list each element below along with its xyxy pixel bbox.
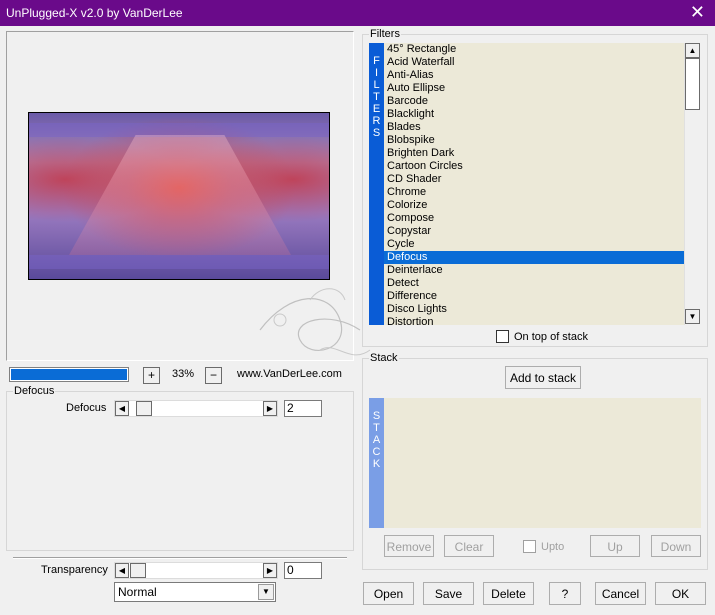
list-item[interactable]: Anti-Alias xyxy=(384,69,684,82)
list-item[interactable]: 45° Rectangle xyxy=(384,43,684,56)
upto-checkbox[interactable] xyxy=(523,540,536,553)
list-item[interactable]: Detect xyxy=(384,277,684,290)
ok-button[interactable]: OK xyxy=(655,582,706,605)
list-item[interactable]: Deinterlace xyxy=(384,264,684,277)
tab-letter: L xyxy=(373,79,380,91)
list-item[interactable]: Difference xyxy=(384,290,684,303)
filters-list[interactable]: 45° Rectangle Acid Waterfall Anti-Alias Aut… xyxy=(384,43,684,325)
remove-button[interactable]: Remove xyxy=(384,535,434,557)
list-item[interactable]: Distortion xyxy=(384,316,684,325)
upto-label: Upto xyxy=(541,541,565,553)
scroll-thumb[interactable] xyxy=(685,58,700,110)
list-item[interactable]: Cycle xyxy=(384,238,684,251)
list-item[interactable]: Barcode xyxy=(384,95,684,108)
preview-band xyxy=(29,123,329,137)
defocus-param-label: Defocus xyxy=(66,402,107,414)
defocus-group-label: Defocus xyxy=(13,385,56,397)
preview-image[interactable] xyxy=(28,112,330,280)
zoom-in-button[interactable]: + xyxy=(143,367,160,384)
list-item[interactable]: Defocus xyxy=(384,251,684,264)
up-button[interactable]: Up xyxy=(590,535,640,557)
list-item[interactable]: Auto Ellipse xyxy=(384,82,684,95)
list-item[interactable]: CD Shader xyxy=(384,173,684,186)
progress-fill xyxy=(11,369,127,380)
preview-band xyxy=(29,255,329,269)
arrow-down-icon[interactable]: ▼ xyxy=(685,309,700,324)
zoom-out-button[interactable]: − xyxy=(205,367,222,384)
tab-letter: T xyxy=(373,91,380,103)
on-top-checkbox[interactable] xyxy=(496,330,509,343)
list-item[interactable]: Colorize xyxy=(384,199,684,212)
filters-group-label: Filters xyxy=(369,28,401,40)
filters-tab: FILTERS xyxy=(369,43,384,325)
stack-group-label: Stack xyxy=(369,352,399,364)
arrow-right-icon[interactable]: ▶ xyxy=(263,563,277,578)
list-item[interactable]: Copystar xyxy=(384,225,684,238)
save-button[interactable]: Save xyxy=(423,582,474,605)
tab-letter: C xyxy=(372,446,381,458)
website-link[interactable]: www.VanDerLee.com xyxy=(237,368,342,380)
tab-letter: E xyxy=(372,103,381,115)
tab-letter: K xyxy=(372,458,381,470)
blend-mode-value: Normal xyxy=(118,585,157,599)
preview-shape xyxy=(69,135,291,255)
stack-list[interactable] xyxy=(384,398,701,528)
list-item[interactable]: Acid Waterfall xyxy=(384,56,684,69)
clear-button[interactable]: Clear xyxy=(444,535,494,557)
down-button[interactable]: Down xyxy=(651,535,701,557)
list-item[interactable]: Blades xyxy=(384,121,684,134)
arrow-up-icon[interactable]: ▲ xyxy=(685,43,700,58)
stack-tab: STACK xyxy=(369,398,384,528)
list-item[interactable]: Blobspike xyxy=(384,134,684,147)
window-title: UnPlugged-X v2.0 by VanDerLee xyxy=(6,6,183,20)
arrow-right-icon[interactable]: ▶ xyxy=(263,401,277,416)
open-button[interactable]: Open xyxy=(363,582,414,605)
divider xyxy=(13,557,347,559)
filters-scrollbar[interactable]: ▲ ▼ xyxy=(684,43,700,325)
list-item[interactable]: Blacklight xyxy=(384,108,684,121)
transparency-slider-thumb[interactable] xyxy=(130,563,146,578)
tab-letter: I xyxy=(374,67,379,79)
arrow-left-icon[interactable]: ◀ xyxy=(115,563,129,578)
list-item[interactable]: Disco Lights xyxy=(384,303,684,316)
render-progress-bar xyxy=(9,367,129,382)
transparency-label: Transparency xyxy=(41,564,108,576)
chevron-down-icon[interactable]: ▼ xyxy=(258,584,274,600)
on-top-label: On top of stack xyxy=(514,331,588,343)
tab-letter: T xyxy=(373,422,380,434)
tab-letter: A xyxy=(372,434,381,446)
tab-letter: R xyxy=(372,115,381,127)
tab-letter: F xyxy=(373,55,380,67)
defocus-slider-thumb[interactable] xyxy=(136,401,152,416)
arrow-left-icon[interactable]: ◀ xyxy=(115,401,129,416)
list-item[interactable]: Brighten Dark xyxy=(384,147,684,160)
defocus-value-field[interactable]: 2 xyxy=(284,400,322,417)
transparency-value-field[interactable]: 0 xyxy=(284,562,322,579)
list-item[interactable]: Cartoon Circles xyxy=(384,160,684,173)
close-icon[interactable]: ✕ xyxy=(690,2,705,23)
help-button[interactable]: ? xyxy=(549,582,581,605)
title-bar: UnPlugged-X v2.0 by VanDerLee ✕ xyxy=(0,0,715,26)
delete-button[interactable]: Delete xyxy=(483,582,534,605)
list-item[interactable]: Chrome xyxy=(384,186,684,199)
zoom-level: 33% xyxy=(172,368,195,380)
cancel-button[interactable]: Cancel xyxy=(595,582,646,605)
tab-letter: S xyxy=(372,410,381,422)
tab-letter: S xyxy=(372,127,381,139)
blend-mode-select[interactable]: Normal ▼ xyxy=(114,582,276,602)
list-item[interactable]: Compose xyxy=(384,212,684,225)
add-to-stack-button[interactable]: Add to stack xyxy=(505,366,581,389)
